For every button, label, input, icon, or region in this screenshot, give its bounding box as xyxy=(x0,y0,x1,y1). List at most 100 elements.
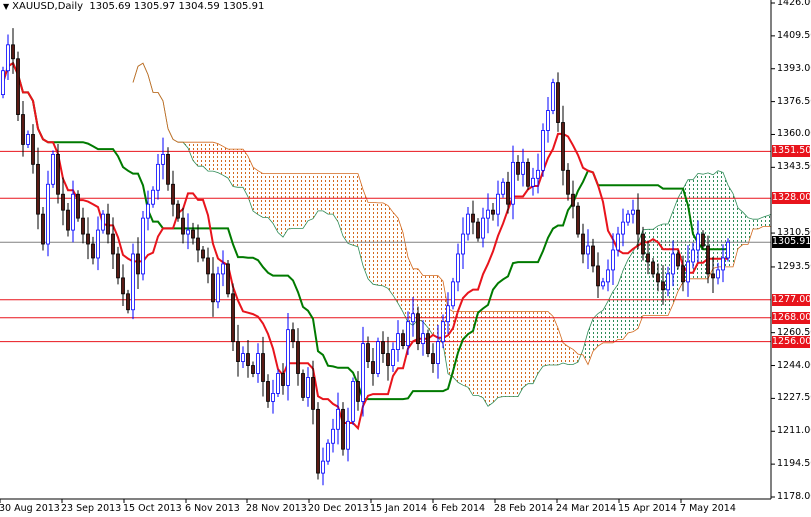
bear-candle xyxy=(81,217,85,235)
bull-candle xyxy=(611,249,615,271)
y-tick-label: 1360.00 xyxy=(777,128,811,140)
cloud-segment xyxy=(483,311,488,407)
bear-candle xyxy=(211,273,215,303)
y-tick-label: 1178.00 xyxy=(777,491,811,502)
x-tick-label: 28 Feb 2014 xyxy=(494,503,554,514)
bear-candle xyxy=(556,82,560,123)
bull-candle xyxy=(391,349,395,366)
bear-candle xyxy=(366,343,370,362)
cloud-segment xyxy=(378,202,383,286)
cloud-segment xyxy=(488,311,493,407)
cloud-segment xyxy=(273,173,278,233)
y-tick-label: 1260.50 xyxy=(777,326,811,338)
cloud-segment xyxy=(803,219,808,226)
x-tick-label: 6 Nov 2013 xyxy=(185,503,240,514)
bull-candle xyxy=(451,281,455,307)
bull-candle xyxy=(461,233,465,255)
y-tick-label: 1343.50 xyxy=(777,161,811,173)
cloud-segment xyxy=(308,173,313,221)
cloud-segment xyxy=(193,142,198,167)
cloud-segment xyxy=(543,311,548,367)
bear-candle xyxy=(56,153,60,195)
bear-candle xyxy=(416,313,420,345)
bear-candle xyxy=(341,408,345,450)
cloud-segment xyxy=(603,301,608,343)
bear-candle xyxy=(231,293,235,343)
bull-candle xyxy=(696,233,700,251)
bear-candle xyxy=(236,341,240,362)
cloud-segment xyxy=(793,219,798,226)
bear-candle xyxy=(281,373,285,386)
bear-candle xyxy=(681,265,685,283)
bear-candle xyxy=(641,233,645,255)
bear-candle xyxy=(661,281,665,291)
bear-candle xyxy=(291,329,295,343)
bear-candle xyxy=(301,373,305,398)
x-tick-label: 6 Feb 2014 xyxy=(432,503,486,514)
cloud-segment xyxy=(518,311,523,397)
bear-candle xyxy=(316,408,320,474)
cloud-segment xyxy=(318,173,323,211)
x-tick-label: 30 Aug 2013 xyxy=(0,503,60,514)
bull-candle xyxy=(276,373,280,394)
bear-candle xyxy=(311,377,315,410)
bear-candle xyxy=(41,213,45,245)
bear-candle xyxy=(91,243,95,259)
bear-candle xyxy=(371,361,375,374)
cloud-segment xyxy=(773,214,778,227)
bull-candle xyxy=(26,134,30,145)
bull-candle xyxy=(326,442,330,462)
bear-candle xyxy=(506,181,510,205)
cloud-segment xyxy=(478,311,483,398)
bear-candle xyxy=(426,333,430,354)
bull-candle xyxy=(271,393,275,402)
bull-candle xyxy=(146,203,150,219)
symbol-label: XAUUSD,Daily xyxy=(12,1,84,12)
bear-candle xyxy=(566,169,570,195)
cloud-segment xyxy=(303,173,308,229)
bear-candle xyxy=(636,209,640,235)
cloud-segment xyxy=(593,313,598,352)
cloud-segment xyxy=(368,202,373,285)
bear-candle xyxy=(176,203,180,219)
bull-candle xyxy=(716,269,720,279)
cloud-segment xyxy=(283,173,288,238)
y-tick-label: 1194.50 xyxy=(777,458,811,470)
bull-candle xyxy=(501,181,505,195)
cloud-segment xyxy=(383,202,388,289)
current-price-label: 1305.91 xyxy=(772,236,811,249)
bull-candle xyxy=(631,209,635,215)
bull-candle xyxy=(691,249,695,263)
cloud-segment xyxy=(778,212,783,225)
cloud-segment xyxy=(718,170,723,267)
cloud-segment xyxy=(238,149,243,188)
x-tick-label: 24 Mar 2014 xyxy=(556,503,617,514)
cloud-segment xyxy=(548,311,553,365)
bear-candle xyxy=(596,265,600,287)
bull-candle xyxy=(46,183,50,245)
bull-candle xyxy=(586,245,590,255)
cloud-segment xyxy=(243,149,248,197)
cloud-segment xyxy=(553,316,558,365)
x-tick-label: 15 Jan 2014 xyxy=(370,503,427,514)
bull-candle xyxy=(396,333,400,350)
bear-candle xyxy=(261,353,265,382)
cloud-segment xyxy=(663,224,668,316)
bull-candle xyxy=(221,263,225,275)
cloud-segment xyxy=(713,170,718,269)
price-chart[interactable] xyxy=(0,0,811,517)
cloud-segment xyxy=(618,270,623,340)
bull-candle xyxy=(306,377,310,398)
bear-candle xyxy=(76,193,80,219)
bear-candle xyxy=(16,58,20,115)
cloud-segment xyxy=(398,217,403,313)
bull-candle xyxy=(256,353,260,374)
bear-candle xyxy=(196,237,200,251)
x-tick-label: 23 Sep 2013 xyxy=(61,503,122,514)
cloud-segment xyxy=(628,251,633,333)
dropdown-triangle-icon[interactable]: ▼ xyxy=(3,2,9,11)
cloud-segment xyxy=(523,311,528,388)
bull-candle xyxy=(421,333,425,345)
bull-candle xyxy=(541,130,545,171)
level-label: 1328.00 xyxy=(772,192,811,205)
